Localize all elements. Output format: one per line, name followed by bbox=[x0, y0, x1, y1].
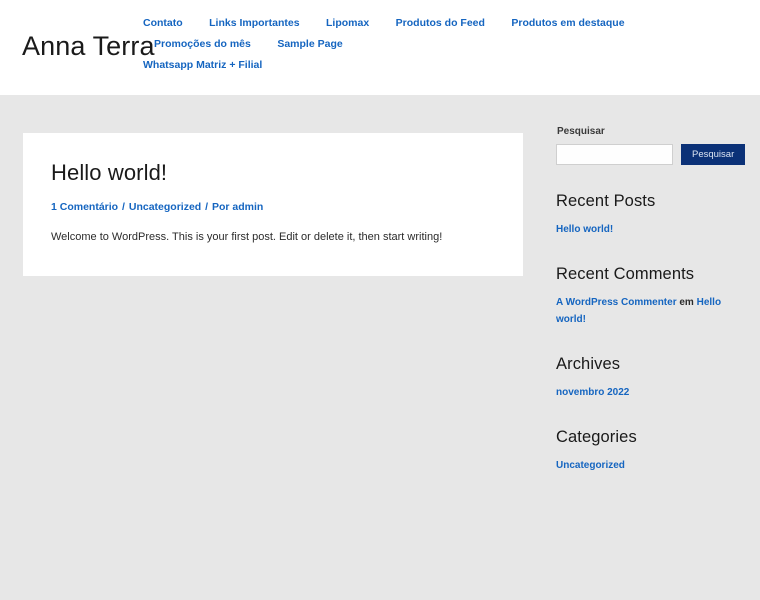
primary-navigation: Contato Links Importantes Lipomax Produt… bbox=[143, 13, 752, 76]
nav-item-whatsapp-matriz-filial[interactable]: Whatsapp Matriz + Filial bbox=[143, 55, 262, 76]
widget-recent-comments: Recent Comments A WordPress Commenter em… bbox=[556, 263, 746, 328]
post-title[interactable]: Hello world! bbox=[51, 159, 495, 187]
post-meta: 1 Comentário / Uncategorized / Por admin bbox=[51, 199, 495, 215]
list-item[interactable]: novembro 2022 bbox=[556, 384, 746, 401]
widget-search: Pesquisar Pesquisar bbox=[556, 125, 746, 165]
widget-title-archives: Archives bbox=[556, 355, 621, 373]
sidebar: Pesquisar Pesquisar Recent Posts Hello w… bbox=[556, 125, 746, 476]
nav-item-links-importantes[interactable]: Links Importantes bbox=[198, 13, 310, 34]
post-meta-comments-link[interactable]: 1 Comentário bbox=[51, 201, 118, 213]
post-article: Hello world! 1 Comentário / Uncategorize… bbox=[23, 133, 523, 276]
content-area: Hello world! 1 Comentário / Uncategorize… bbox=[0, 95, 760, 600]
nav-item-promocoes-do-mes[interactable]: Promoções do mês bbox=[143, 34, 262, 55]
post-meta-separator-1: / bbox=[122, 201, 125, 213]
widget-categories: Categories Uncategorized bbox=[556, 426, 746, 474]
site-title[interactable]: Anna Terra bbox=[22, 30, 155, 63]
widget-title-recent-posts: Recent Posts bbox=[556, 192, 656, 210]
list-item[interactable]: Uncategorized bbox=[556, 457, 746, 474]
search-label: Pesquisar bbox=[557, 126, 605, 137]
list-item[interactable]: Hello world! bbox=[556, 221, 746, 238]
comment-connector: em bbox=[676, 297, 697, 308]
nav-link-produtos-do-feed[interactable]: Produtos do Feed bbox=[396, 13, 485, 34]
post-content: Welcome to WordPress. This is your first… bbox=[51, 229, 495, 246]
categories-list: Uncategorized bbox=[556, 457, 746, 474]
nav-link-links-importantes[interactable]: Links Importantes bbox=[209, 13, 299, 34]
archive-link[interactable]: novembro 2022 bbox=[556, 387, 629, 398]
post-meta-author-link[interactable]: Por admin bbox=[212, 201, 263, 213]
nav-link-sample-page[interactable]: Sample Page bbox=[277, 34, 342, 55]
site-branding: Anna Terra bbox=[22, 30, 155, 63]
search-input[interactable] bbox=[556, 144, 673, 165]
post-excerpt: Welcome to WordPress. This is your first… bbox=[51, 231, 443, 243]
widget-archives: Archives novembro 2022 bbox=[556, 353, 746, 401]
nav-item-produtos-do-feed[interactable]: Produtos do Feed bbox=[385, 13, 496, 34]
recent-comments-list: A WordPress Commenter em Hello world! bbox=[556, 294, 746, 328]
nav-link-lipomax[interactable]: Lipomax bbox=[326, 13, 369, 34]
nav-link-promocoes-do-mes[interactable]: Promoções do mês bbox=[154, 34, 251, 55]
post-meta-separator-2: / bbox=[205, 201, 209, 213]
archives-list: novembro 2022 bbox=[556, 384, 746, 401]
nav-link-produtos-em-destaque[interactable]: Produtos em destaque bbox=[511, 13, 624, 34]
recent-post-link[interactable]: Hello world! bbox=[556, 224, 613, 235]
search-form: Pesquisar bbox=[556, 144, 746, 165]
nav-item-sample-page[interactable]: Sample Page bbox=[266, 34, 353, 55]
widget-recent-posts: Recent Posts Hello world! bbox=[556, 190, 746, 238]
nav-item-contato[interactable]: Contato bbox=[143, 13, 194, 34]
post-meta-category-link[interactable]: Uncategorized bbox=[129, 201, 201, 213]
primary-content: Hello world! 1 Comentário / Uncategorize… bbox=[23, 133, 523, 276]
nav-item-lipomax[interactable]: Lipomax bbox=[315, 13, 380, 34]
nav-item-produtos-em-destaque[interactable]: Produtos em destaque bbox=[500, 13, 635, 34]
category-link[interactable]: Uncategorized bbox=[556, 460, 625, 471]
recent-posts-list: Hello world! bbox=[556, 221, 746, 238]
post-title-link[interactable]: Hello world! bbox=[51, 160, 167, 185]
widget-title-recent-comments: Recent Comments bbox=[556, 265, 695, 283]
search-submit-button[interactable]: Pesquisar bbox=[681, 144, 746, 165]
nav-row-primary: Contato Links Importantes Lipomax Produt… bbox=[143, 13, 752, 55]
comment-author-link[interactable]: A WordPress Commenter bbox=[556, 297, 677, 308]
nav-row-secondary: Whatsapp Matriz + Filial bbox=[143, 55, 752, 76]
widget-title-categories: Categories bbox=[556, 428, 637, 446]
nav-link-whatsapp-matriz-filial[interactable]: Whatsapp Matriz + Filial bbox=[143, 55, 262, 76]
list-item: A WordPress Commenter em Hello world! bbox=[556, 294, 746, 328]
site-header: Anna Terra Contato Links Importantes Lip… bbox=[0, 0, 760, 95]
nav-link-contato[interactable]: Contato bbox=[143, 13, 183, 34]
